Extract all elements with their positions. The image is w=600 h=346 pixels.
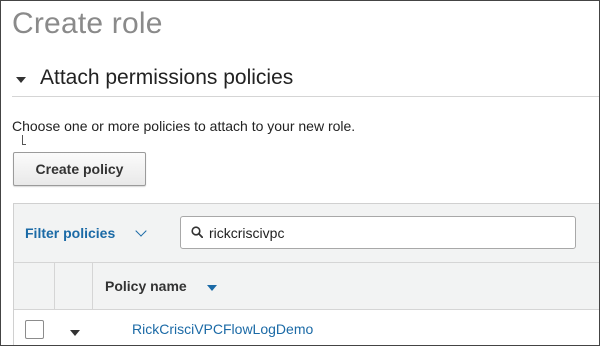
page-title: Create role: [12, 7, 163, 40]
section-title: Attach permissions policies: [40, 66, 294, 89]
row-checkbox[interactable]: [25, 320, 44, 339]
filter-policies-dropdown[interactable]: Filter policies: [25, 225, 115, 241]
table-header-row: Policy name: [14, 263, 599, 310]
column-divider: [54, 263, 55, 309]
table-row[interactable]: RickCrisciVPCFlowLogDemo: [14, 310, 599, 345]
create-policy-button[interactable]: Create policy: [13, 152, 146, 186]
filter-bar: Filter policies: [14, 204, 599, 263]
column-header-policy-name[interactable]: Policy name: [105, 278, 187, 294]
help-text: Choose one or more policies to attach to…: [12, 118, 356, 134]
search-box[interactable]: [180, 216, 576, 249]
caret-down-icon[interactable]: [16, 77, 26, 83]
search-input[interactable]: [209, 222, 569, 244]
attach-policies-section-header[interactable]: Attach permissions policies: [12, 63, 599, 97]
expand-caret-icon[interactable]: [70, 330, 80, 336]
create-role-window: Create role Attach permissions policies …: [0, 0, 600, 346]
search-icon: [191, 226, 203, 238]
sort-down-icon[interactable]: [207, 285, 217, 291]
column-divider: [92, 263, 93, 309]
chevron-down-icon[interactable]: [135, 225, 147, 237]
cursor-mark: [22, 135, 26, 145]
policies-table-panel: Filter policies Policy name RickCrisciVP…: [13, 203, 599, 345]
policy-name-link[interactable]: RickCrisciVPCFlowLogDemo: [132, 321, 313, 337]
